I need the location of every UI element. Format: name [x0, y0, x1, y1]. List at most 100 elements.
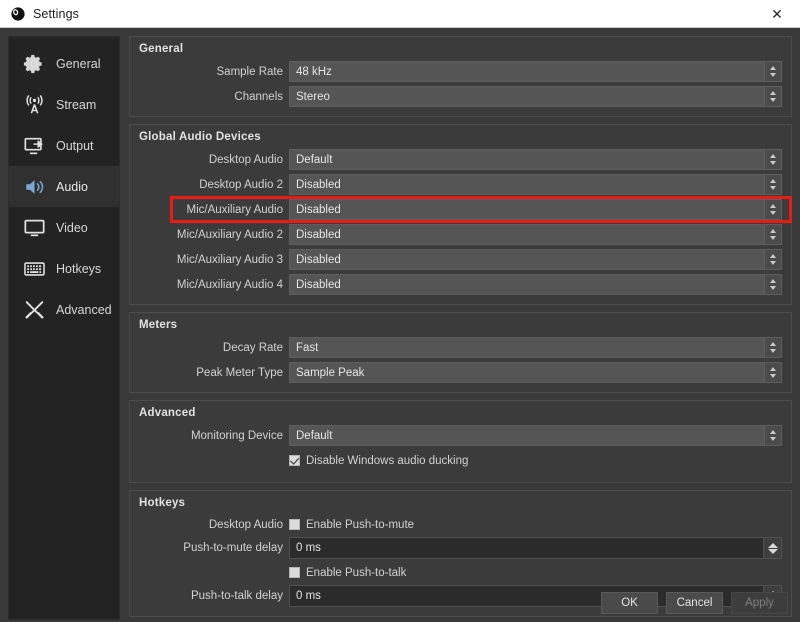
mic-aux-audio-4-combo[interactable]: Disabled — [289, 274, 782, 295]
output-icon — [21, 134, 47, 158]
chevron-updown-icon[interactable] — [764, 62, 781, 81]
group-global-audio-devices: Global Audio Devices Desktop Audio Defau… — [129, 124, 792, 305]
monitoring-device-combo[interactable]: Default — [289, 425, 782, 446]
sidebar-item-label: General — [56, 57, 100, 71]
gear-icon — [21, 52, 47, 76]
chevron-updown-icon[interactable] — [764, 200, 781, 219]
row-channels: Channels Stereo — [139, 86, 782, 107]
combo-value: 48 kHz — [290, 62, 764, 81]
desktop-audio-2-combo[interactable]: Disabled — [289, 174, 782, 195]
obs-logo-icon — [10, 6, 25, 21]
settings-window: Settings ✕ General — [0, 0, 800, 622]
speaker-icon — [21, 175, 47, 199]
combo-value: Disabled — [290, 175, 764, 194]
hotkeys-section-label: Desktop Audio — [139, 519, 289, 531]
apply-button: Apply — [731, 592, 788, 614]
row-mic-aux-audio-3: Mic/Auxiliary Audio 3 Disabled — [139, 249, 782, 270]
row-enable-push-to-talk[interactable]: Enable Push-to-talk — [139, 563, 782, 582]
row-label: Mic/Auxiliary Audio — [139, 204, 289, 216]
sample-rate-combo[interactable]: 48 kHz — [289, 61, 782, 82]
row-label: Sample Rate — [139, 66, 289, 78]
row-desktop-audio: Desktop Audio Default — [139, 149, 782, 170]
sidebar-item-output[interactable]: Output — [9, 125, 119, 166]
enable-push-to-mute-checkbox[interactable] — [289, 519, 300, 530]
settings-content: General Sample Rate 48 kHz Channels Ster… — [129, 36, 792, 620]
combo-value: Default — [290, 150, 764, 169]
combo-value: Sample Peak — [290, 363, 764, 382]
peak-meter-type-combo[interactable]: Sample Peak — [289, 362, 782, 383]
chevron-updown-icon[interactable] — [763, 538, 781, 558]
combo-value: Disabled — [290, 275, 764, 294]
group-general: General Sample Rate 48 kHz Channels Ster… — [129, 36, 792, 117]
row-label: Mic/Auxiliary Audio 4 — [139, 279, 289, 291]
group-title: General — [139, 43, 782, 55]
broadcast-icon — [21, 93, 47, 117]
row-mic-aux-audio-4: Mic/Auxiliary Audio 4 Disabled — [139, 274, 782, 295]
keyboard-icon — [21, 257, 47, 281]
desktop-audio-combo[interactable]: Default — [289, 149, 782, 170]
chevron-updown-icon[interactable] — [764, 338, 781, 357]
channels-combo[interactable]: Stereo — [289, 86, 782, 107]
close-icon[interactable]: ✕ — [754, 0, 800, 27]
chevron-updown-icon[interactable] — [764, 426, 781, 445]
sidebar-item-label: Audio — [56, 180, 88, 194]
chevron-updown-icon[interactable] — [764, 275, 781, 294]
row-label: Desktop Audio 2 — [139, 179, 289, 191]
row-disable-audio-ducking[interactable]: Disable Windows audio ducking — [139, 451, 782, 470]
sidebar-item-label: Stream — [56, 98, 96, 112]
group-title: Advanced — [139, 407, 782, 419]
chevron-updown-icon[interactable] — [764, 150, 781, 169]
decay-rate-combo[interactable]: Fast — [289, 337, 782, 358]
row-label: Desktop Audio — [139, 154, 289, 166]
settings-sidebar: General Stream — [8, 36, 120, 620]
enable-push-to-talk-checkbox[interactable] — [289, 567, 300, 578]
chevron-updown-icon[interactable] — [764, 250, 781, 269]
chevron-updown-icon[interactable] — [764, 225, 781, 244]
row-sample-rate: Sample Rate 48 kHz — [139, 61, 782, 82]
window-body: General Stream — [0, 28, 800, 622]
group-title: Hotkeys — [139, 497, 782, 509]
sidebar-item-audio[interactable]: Audio — [9, 166, 119, 207]
tools-icon — [21, 298, 47, 322]
group-title: Global Audio Devices — [139, 131, 782, 143]
mic-aux-audio-3-combo[interactable]: Disabled — [289, 249, 782, 270]
sidebar-item-stream[interactable]: Stream — [9, 84, 119, 125]
dialog-buttons: OK Cancel Apply — [601, 592, 788, 614]
disable-audio-ducking-checkbox[interactable] — [289, 455, 300, 466]
group-advanced: Advanced Monitoring Device Default Disab… — [129, 400, 792, 483]
sidebar-item-label: Hotkeys — [56, 262, 101, 276]
combo-value: Stereo — [290, 87, 764, 106]
ok-button[interactable]: OK — [601, 592, 658, 614]
cancel-button[interactable]: Cancel — [666, 592, 723, 614]
row-label: Peak Meter Type — [139, 367, 289, 379]
checkbox-label: Enable Push-to-mute — [306, 519, 414, 531]
row-mic-aux-audio-2: Mic/Auxiliary Audio 2 Disabled — [139, 224, 782, 245]
mic-aux-audio-2-combo[interactable]: Disabled — [289, 224, 782, 245]
sidebar-item-video[interactable]: Video — [9, 207, 119, 248]
row-peak-meter-type: Peak Meter Type Sample Peak — [139, 362, 782, 383]
chevron-updown-icon[interactable] — [764, 175, 781, 194]
chevron-updown-icon[interactable] — [764, 87, 781, 106]
row-label: Channels — [139, 91, 289, 103]
chevron-updown-icon[interactable] — [764, 363, 781, 382]
sidebar-item-advanced[interactable]: Advanced — [9, 289, 119, 330]
row-label: Monitoring Device — [139, 430, 289, 442]
row-decay-rate: Decay Rate Fast — [139, 337, 782, 358]
row-label: Mic/Auxiliary Audio 2 — [139, 229, 289, 241]
mic-aux-audio-combo[interactable]: Disabled — [289, 199, 782, 220]
sidebar-item-hotkeys[interactable]: Hotkeys — [9, 248, 119, 289]
sidebar-item-general[interactable]: General — [9, 43, 119, 84]
group-meters: Meters Decay Rate Fast Peak Meter Type S… — [129, 312, 792, 393]
row-enable-push-to-mute[interactable]: Desktop Audio Enable Push-to-mute — [139, 515, 782, 534]
checkbox-label: Enable Push-to-talk — [306, 567, 406, 579]
combo-value: Default — [290, 426, 764, 445]
window-title: Settings — [33, 7, 79, 21]
combo-value: Fast — [290, 338, 764, 357]
row-push-to-mute-delay: Push-to-mute delay 0 ms — [139, 537, 782, 559]
row-label: Push-to-talk delay — [139, 590, 289, 602]
row-label: Decay Rate — [139, 342, 289, 354]
combo-value: Disabled — [290, 225, 764, 244]
push-to-mute-delay-stepper[interactable]: 0 ms — [289, 537, 782, 559]
combo-value: Disabled — [290, 250, 764, 269]
row-monitoring-device: Monitoring Device Default — [139, 425, 782, 446]
